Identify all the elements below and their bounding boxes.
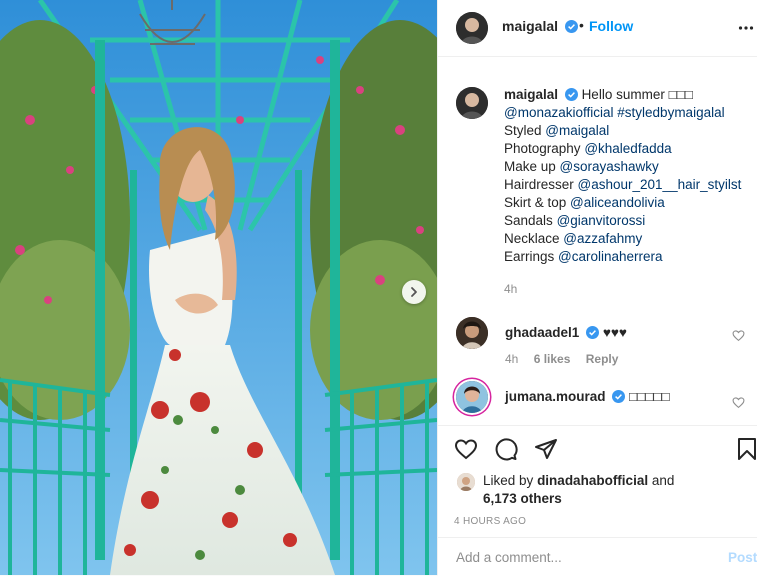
credit-handle[interactable]: @gianvitorossi <box>557 213 646 228</box>
credit-handle[interactable]: @khaledfadda <box>584 141 671 156</box>
credit-label: Skirt & top <box>504 195 567 210</box>
credit-label: Earrings <box>504 249 555 264</box>
add-comment-bar: Post <box>438 537 757 576</box>
caption-greeting: Hello summer <box>581 87 665 102</box>
verified-badge-icon <box>612 390 626 403</box>
bookmark-icon[interactable] <box>736 437 757 461</box>
caption-username[interactable]: maigalal <box>504 87 558 102</box>
avatar[interactable] <box>456 12 488 44</box>
comment-input[interactable] <box>454 549 698 566</box>
credit-handle[interactable]: @maigalal <box>545 123 609 138</box>
verified-badge-icon <box>586 326 600 339</box>
next-image-button[interactable] <box>402 280 426 304</box>
credit-handle[interactable]: @ashour_201__hair_styilst <box>578 177 742 192</box>
comment-username[interactable]: ghadaadel1 <box>505 325 579 340</box>
liked-by-avatar[interactable] <box>457 473 475 491</box>
photo-illustration <box>0 0 437 575</box>
profile-photo <box>457 473 475 491</box>
verified-badge-icon <box>564 20 578 33</box>
credit-label: Photography <box>504 141 581 156</box>
credit-label: Hairdresser <box>504 177 574 192</box>
credit-handle[interactable]: @aliceandolivia <box>570 195 665 210</box>
verified-badge-icon <box>564 88 578 101</box>
mention-link[interactable]: @monazakiofficial <box>504 105 614 120</box>
liked-by-conjunction: and <box>651 473 675 488</box>
post-timestamp[interactable]: 4 hours ago <box>454 516 526 527</box>
share-icon[interactable] <box>534 437 558 461</box>
caption-text: maigalal Hello summer □□□ @monazakioffic… <box>504 86 749 266</box>
comment-username[interactable]: jumana.mourad <box>505 389 606 404</box>
profile-photo <box>456 317 488 349</box>
credit-label: Make up <box>504 159 556 174</box>
profile-photo <box>456 87 488 119</box>
comment-time[interactable]: 4h <box>505 352 518 366</box>
caption-timestamp[interactable]: 4h <box>504 282 517 296</box>
liked-by-user[interactable]: dinadahabofficial <box>537 473 648 488</box>
comment-likes[interactable]: 6 likes <box>534 352 571 366</box>
instagram-post: maigalal • Follow maigalal Hello summer … <box>0 0 757 576</box>
comment-avatar[interactable] <box>456 317 488 349</box>
header-username[interactable]: maigalal <box>502 18 578 34</box>
credit-handle[interactable]: @azzafahmy <box>563 231 642 246</box>
caption-avatar[interactable] <box>456 87 488 119</box>
more-horizontal-icon[interactable] <box>738 20 754 36</box>
credit-handle[interactable]: @carolinaherrera <box>558 249 663 264</box>
separator-dot: • <box>579 17 584 33</box>
follow-button[interactable]: Follow <box>589 18 633 34</box>
chevron-right-icon <box>411 287 417 297</box>
credit-label: Necklace <box>504 231 560 246</box>
post-photo[interactable] <box>0 0 437 575</box>
heart-icon[interactable] <box>732 329 745 342</box>
post-header: maigalal • Follow <box>438 0 757 57</box>
heart-icon[interactable] <box>454 437 478 461</box>
credit-handle[interactable]: @sorayashawky <box>560 159 659 174</box>
liked-by-text: Liked by dinadahabofficial and 6,173 oth… <box>483 472 743 508</box>
profile-photo <box>456 12 488 44</box>
comment-text: ghadaadel1 ♥♥♥ <box>505 325 627 340</box>
profile-photo <box>456 381 488 413</box>
comment-body: □□□□□ <box>629 389 670 404</box>
comment-meta: 4h 6 likes Reply <box>505 352 630 366</box>
username-text[interactable]: maigalal <box>502 18 558 34</box>
comment-avatar[interactable] <box>456 381 488 413</box>
heart-icon[interactable] <box>732 396 745 409</box>
credit-label: Styled <box>504 123 542 138</box>
reply-button[interactable]: Reply <box>586 352 619 366</box>
comment-text: jumana.mourad □□□□□ <box>505 389 670 404</box>
hashtag-link[interactable]: #styledbymaigalal <box>617 105 724 120</box>
credit-label: Sandals <box>504 213 553 228</box>
comment-body: ♥♥♥ <box>602 325 627 340</box>
likes-count[interactable]: 6,173 others <box>483 491 562 506</box>
comment-icon[interactable] <box>494 437 518 461</box>
post-details-panel: maigalal • Follow maigalal Hello summer … <box>437 0 757 576</box>
post-comment-button[interactable]: Post <box>728 550 757 565</box>
liked-by-prefix: Liked by <box>483 473 534 488</box>
caption-emoji: □□□ <box>668 87 694 102</box>
